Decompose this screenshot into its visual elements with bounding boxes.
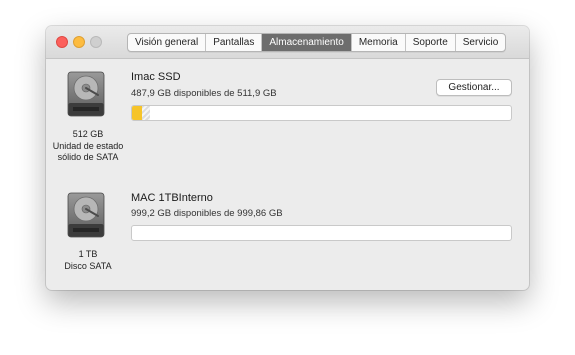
manage-storage-button[interactable]: Gestionar... [436,79,512,96]
tab-servicio[interactable]: Servicio [456,34,506,51]
drive-2-available: 999,2 GB disponibles de 999,86 GB [131,208,283,219]
tab-bar: Visión general Pantallas Almacenamiento … [127,33,507,52]
tab-memoria[interactable]: Memoria [352,34,406,51]
zoom-window-button[interactable] [90,36,102,48]
tab-pantallas[interactable]: Pantallas [206,34,263,51]
drive-1-type-line1: Unidad de estado [52,140,124,151]
drive-1-usage-apps-segment [132,106,142,120]
close-window-button[interactable] [56,36,68,48]
drive-2-usage-bar [131,225,512,241]
drive-1-available: 487,9 GB disponibles de 511,9 GB [131,88,277,99]
tab-soporte[interactable]: Soporte [406,34,456,51]
drive-2-caption: 1 TB Disco SATA [46,249,138,272]
drive-2-type-line1: Disco SATA [64,260,112,271]
about-this-mac-window: Visión general Pantallas Almacenamiento … [46,26,529,290]
drive-2-size: 1 TB [78,249,98,259]
drive-1-name: Imac SSD [131,71,181,83]
tab-vision-general[interactable]: Visión general [128,34,207,51]
minimize-window-button[interactable] [73,36,85,48]
tab-almacenamiento[interactable]: Almacenamiento [262,34,352,51]
hard-drive-icon [67,192,105,238]
drive-1-type-line2: sólido de SATA [57,152,119,162]
title-bar: Visión general Pantallas Almacenamiento … [46,26,529,59]
drive-1-caption: 512 GB Unidad de estado sólido de SATA [46,129,138,164]
drive-1-usage-bar [131,105,512,121]
drive-1-size: 512 GB [72,129,104,139]
drive-1-usage-purgeable-segment [142,106,150,120]
hard-drive-icon [67,71,105,117]
drive-2-name: MAC 1TBInterno [131,192,213,204]
